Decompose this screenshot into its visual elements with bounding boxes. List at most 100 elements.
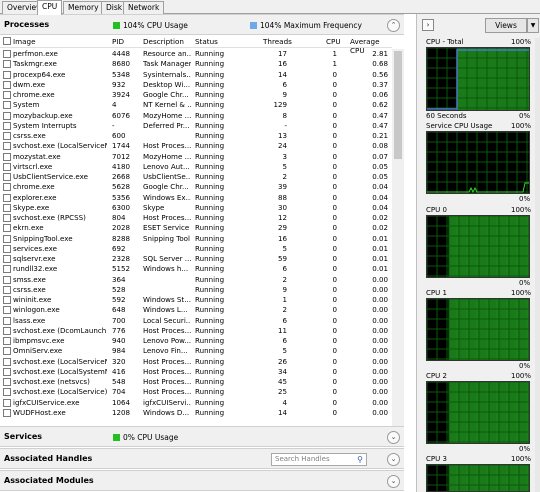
scrollbar-thumb[interactable] bbox=[394, 51, 402, 159]
row-checkbox[interactable] bbox=[3, 60, 11, 69]
row-checkbox[interactable] bbox=[3, 275, 11, 284]
chevron-down-icon[interactable]: ▼ bbox=[527, 18, 539, 33]
row-checkbox[interactable] bbox=[3, 296, 11, 304]
column-pid[interactable]: PID bbox=[112, 37, 124, 46]
table-row[interactable]: OmniServ.exe 984 Lenovo Fin... Running 5 0 0.0… bbox=[0, 346, 392, 356]
row-checkbox[interactable] bbox=[3, 306, 11, 315]
cpu3-graph bbox=[426, 464, 530, 492]
collapse-icon[interactable]: ⌃ bbox=[387, 19, 400, 32]
column-description[interactable]: Description bbox=[143, 37, 184, 46]
tab-network[interactable]: Network bbox=[123, 1, 165, 14]
search-icon[interactable]: ⚲ bbox=[357, 454, 363, 465]
expand-icon[interactable]: ⌄ bbox=[387, 431, 400, 444]
graphs-scrollbar[interactable] bbox=[535, 38, 540, 492]
row-checkbox[interactable] bbox=[3, 337, 11, 345]
row-checkbox[interactable] bbox=[3, 316, 11, 325]
views-button[interactable]: Views bbox=[485, 18, 527, 33]
tab-memory[interactable]: Memory bbox=[63, 1, 104, 14]
row-checkbox[interactable] bbox=[3, 162, 11, 171]
table-row[interactable]: explorer.exe 5356 Windows Ex... Running 88 0 0… bbox=[0, 193, 392, 203]
column-status[interactable]: Status bbox=[195, 37, 218, 46]
row-checkbox[interactable] bbox=[3, 70, 11, 79]
table-row[interactable]: procexp64.exe 5348 Sysinternals... Running 1… bbox=[0, 70, 392, 80]
expand-icon[interactable]: ⌄ bbox=[387, 475, 400, 488]
table-row[interactable]: System 4 NT Kernel & ... Running 129 0 0.62 bbox=[0, 100, 392, 110]
row-checkbox[interactable] bbox=[3, 367, 11, 376]
row-checkbox[interactable] bbox=[3, 121, 11, 130]
table-row[interactable]: Taskmgr.exe 8680 Task Manager Running 16 1 0.6… bbox=[0, 59, 392, 69]
row-checkbox[interactable] bbox=[3, 234, 11, 243]
row-checkbox[interactable] bbox=[3, 224, 11, 233]
row-checkbox[interactable] bbox=[3, 183, 11, 192]
table-row[interactable]: ekrn.exe 2028 ESET Service Running 29 0 0.02 bbox=[0, 223, 392, 233]
row-checkbox[interactable] bbox=[3, 111, 11, 120]
table-row[interactable]: igfxCUIService.exe 1064 igfxCUIServi... Run… bbox=[0, 398, 392, 408]
table-row[interactable]: svchost.exe (DcomLaunch) 776 Host Proces..… bbox=[0, 326, 392, 336]
row-checkbox[interactable] bbox=[3, 285, 11, 294]
row-checkbox[interactable] bbox=[3, 388, 11, 397]
panel-collapse-icon[interactable]: › bbox=[422, 19, 434, 31]
row-checkbox[interactable] bbox=[3, 80, 11, 89]
table-row[interactable]: rundll32.exe 5152 Windows h... Running 6 0 0.0… bbox=[0, 264, 392, 274]
process-table-scrollbar[interactable] bbox=[392, 49, 404, 435]
row-checkbox[interactable] bbox=[3, 357, 11, 366]
processes-section-header[interactable]: Processes 104% CPU Usage 104% Maximum Fr… bbox=[0, 14, 404, 35]
row-checkbox[interactable] bbox=[3, 142, 11, 151]
table-row[interactable]: smss.exe 364 Running 2 0 0.00 bbox=[0, 275, 392, 285]
row-checkbox[interactable] bbox=[3, 265, 11, 274]
table-row[interactable]: wininit.exe 592 Windows St... Running 1 0 0.00 bbox=[0, 295, 392, 305]
row-checkbox[interactable] bbox=[3, 50, 11, 58]
table-row[interactable]: lsass.exe 700 Local Securi... Running 6 0 0.00 bbox=[0, 316, 392, 326]
table-row[interactable]: winlogon.exe 648 Windows L... Running 2 0 0.00 bbox=[0, 305, 392, 315]
column-image[interactable]: Image bbox=[13, 37, 36, 46]
table-row[interactable]: chrome.exe 3924 Google Chr... Running 9 0 0.06 bbox=[0, 90, 392, 100]
row-checkbox[interactable] bbox=[3, 378, 11, 386]
table-row[interactable]: SnippingTool.exe 8288 Snipping Tool Running… bbox=[0, 234, 392, 244]
table-row[interactable]: Skype.exe 6300 Skype Running 30 0 0.04 bbox=[0, 203, 392, 213]
row-checkbox[interactable] bbox=[3, 255, 11, 263]
modules-section-header[interactable]: Associated Modules ⌄ bbox=[0, 470, 404, 491]
table-row[interactable]: svchost.exe (LocalSystemNet... 416 Host Pr… bbox=[0, 367, 392, 377]
services-section-header[interactable]: Services 0% CPU Usage ⌄ bbox=[0, 426, 404, 447]
column-threads[interactable]: Threads bbox=[263, 37, 292, 46]
table-row[interactable]: System Interrupts - Deferred Pr... Running -… bbox=[0, 121, 392, 131]
table-row[interactable]: mozystat.exe 7012 MozyHome ... Running 3 0 0.0… bbox=[0, 152, 392, 162]
row-checkbox[interactable] bbox=[3, 214, 11, 222]
row-checkbox[interactable] bbox=[3, 347, 11, 356]
table-row[interactable]: UsbClientService.exe 2668 UsbClientSe... Ru… bbox=[0, 172, 392, 182]
column-cpu[interactable]: CPU bbox=[326, 37, 341, 46]
row-checkbox[interactable] bbox=[3, 101, 11, 110]
process-pid: 364 bbox=[112, 274, 126, 284]
row-checkbox[interactable] bbox=[3, 398, 11, 407]
row-checkbox[interactable] bbox=[3, 203, 11, 212]
table-row[interactable]: virtscrl.exe 4180 Lenovo Aut... Running 5 0 0.… bbox=[0, 162, 392, 172]
table-row[interactable]: svchost.exe (netsvcs) 548 Host Proces... Ru… bbox=[0, 377, 392, 387]
table-row[interactable]: sqlservr.exe 2328 SQL Server ... Running 59 0… bbox=[0, 254, 392, 264]
row-checkbox[interactable] bbox=[3, 91, 11, 99]
table-row[interactable]: perfmon.exe 4448 Resource an... Running 17 1 2… bbox=[0, 49, 392, 59]
table-row[interactable]: mozybackup.exe 6076 MozyHome ... Running 8 0 0… bbox=[0, 111, 392, 121]
row-checkbox[interactable] bbox=[3, 244, 11, 253]
row-checkbox[interactable] bbox=[3, 193, 11, 202]
row-checkbox[interactable] bbox=[3, 152, 11, 161]
table-row[interactable]: ibmpmsvc.exe 940 Lenovo Pow... Running 6 0 0.0… bbox=[0, 336, 392, 346]
search-handles-input[interactable]: Search Handles ⚲ bbox=[271, 453, 367, 466]
table-row[interactable]: services.exe 692 Running 5 0 0.01 bbox=[0, 244, 392, 254]
row-checkbox[interactable] bbox=[3, 173, 11, 181]
table-row[interactable]: dwm.exe 932 Desktop Wi... Running 6 0 0.37 bbox=[0, 80, 392, 90]
row-checkbox[interactable] bbox=[3, 408, 11, 417]
table-row[interactable]: csrss.exe 528 Running 9 0 0.00 bbox=[0, 285, 392, 295]
table-row[interactable]: chrome.exe 5628 Google Chr... Running 39 0 0.0… bbox=[0, 182, 392, 192]
row-checkbox[interactable] bbox=[3, 132, 11, 140]
table-row[interactable]: csrss.exe 600 Running 13 0 0.21 bbox=[0, 131, 392, 141]
expand-icon[interactable]: ⌄ bbox=[387, 453, 400, 466]
handles-section-header[interactable]: Associated Handles Search Handles ⚲ ⌄ bbox=[0, 448, 404, 469]
table-row[interactable]: svchost.exe (LocalServiceNo... 1744 Host P… bbox=[0, 141, 392, 151]
table-row[interactable]: WUDFHost.exe 1208 Windows D... Running 14 0 0.… bbox=[0, 408, 392, 418]
table-row[interactable]: svchost.exe (RPCSS) 804 Host Proces... Runn… bbox=[0, 213, 392, 223]
select-all-checkbox[interactable] bbox=[3, 37, 11, 45]
tab-cpu[interactable]: CPU bbox=[37, 0, 63, 15]
row-checkbox[interactable] bbox=[3, 326, 11, 335]
table-row[interactable]: svchost.exe (LocalServiceNet... 320 Host P… bbox=[0, 357, 392, 367]
table-row[interactable]: svchost.exe (LocalService) 704 Host Proces… bbox=[0, 387, 392, 397]
